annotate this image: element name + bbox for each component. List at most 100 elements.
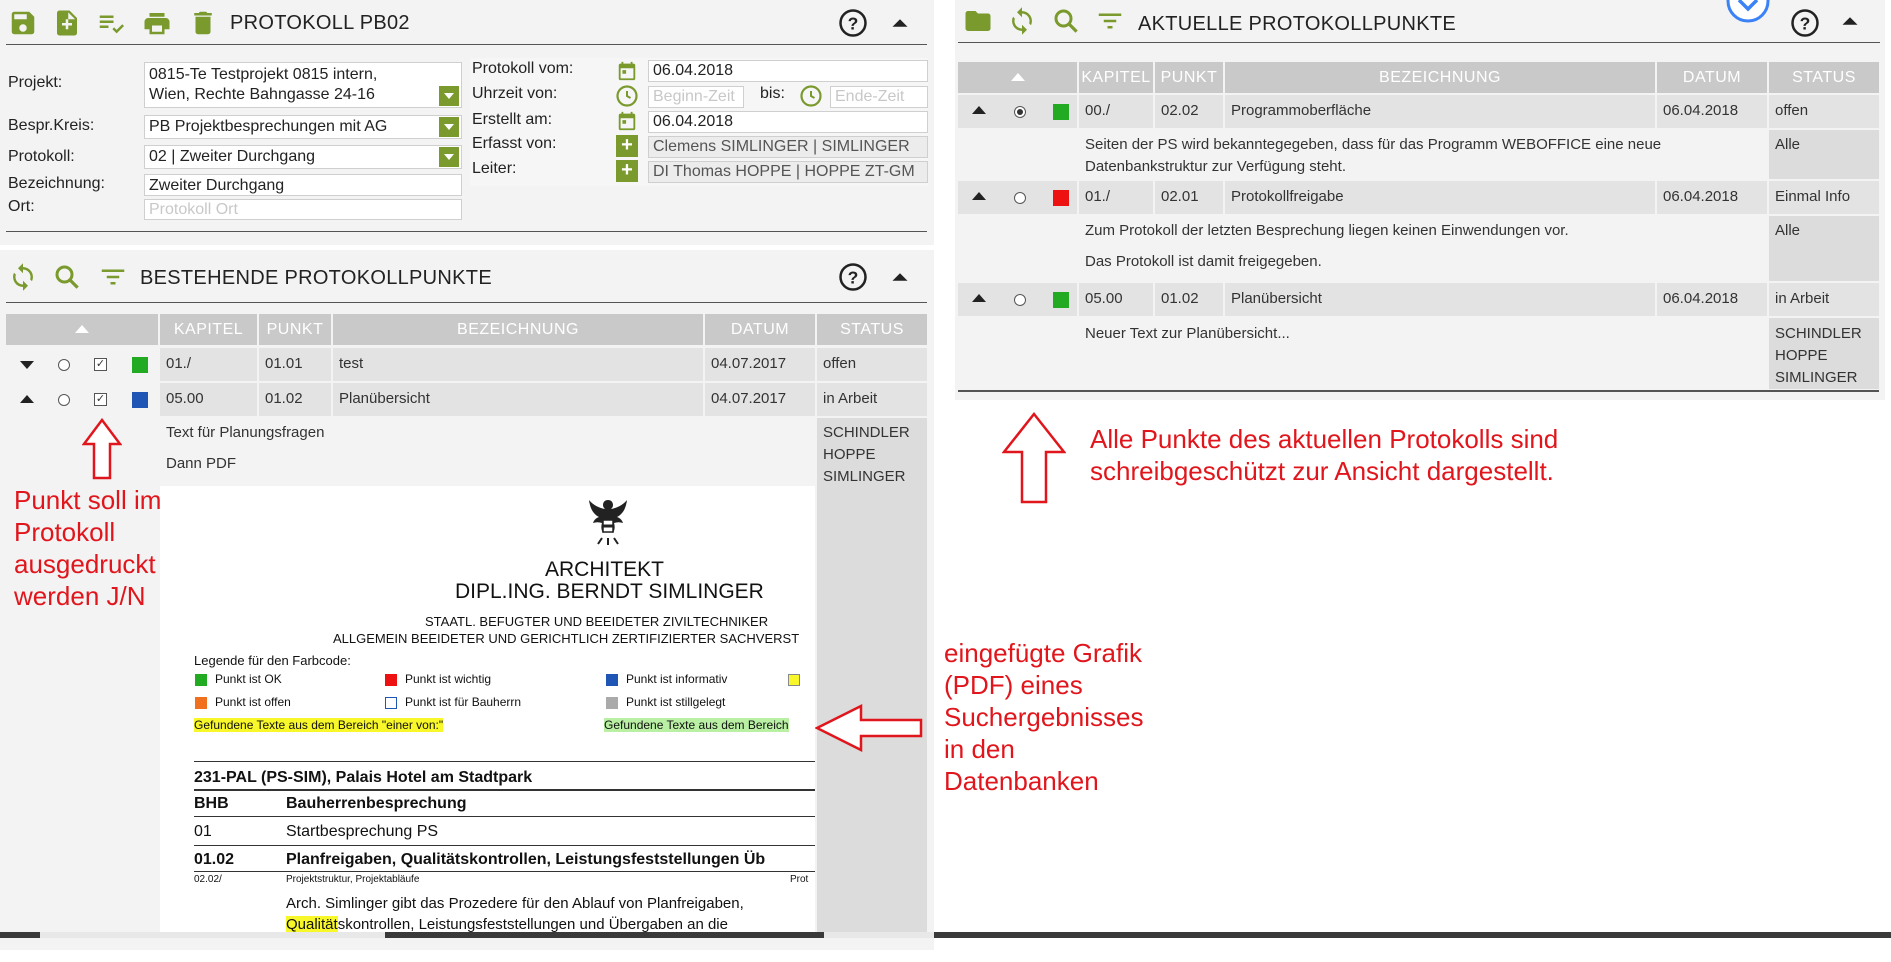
- scrollbar-gap: [40, 932, 385, 938]
- protokoll-field[interactable]: 02 | Zweiter Durchgang: [144, 145, 462, 169]
- filter-icon[interactable]: [1095, 6, 1125, 36]
- save-icon[interactable]: [8, 8, 38, 38]
- row-controls[interactable]: [958, 181, 1077, 214]
- select-radio[interactable]: [58, 394, 70, 406]
- collapse-icon[interactable]: [885, 262, 915, 292]
- bestehende-title: BESTEHENDE PROTOKOLLPUNKTE: [140, 267, 492, 289]
- search-icon[interactable]: [52, 262, 82, 292]
- clock-icon[interactable]: [799, 84, 823, 108]
- refresh-icon[interactable]: [8, 262, 38, 292]
- pdf-body2: Qualitätskontrollen, Leistungsfeststellu…: [286, 916, 728, 932]
- select-radio[interactable]: [1014, 294, 1026, 306]
- projekt-dropdown-button[interactable]: [439, 86, 459, 106]
- projekt-field[interactable]: 0815-Te Testprojekt 0815 intern, Wien, R…: [144, 62, 462, 108]
- select-radio[interactable]: [1014, 192, 1026, 204]
- ende-field[interactable]: Ende-Zeit: [830, 86, 928, 108]
- row-controls[interactable]: [958, 95, 1077, 128]
- print-checkbox[interactable]: ✓: [94, 393, 107, 406]
- legend-label: Punkt ist OK: [215, 672, 282, 686]
- detail-status-column: [817, 418, 927, 932]
- leiter-label: Leiter:: [472, 160, 517, 177]
- pdf-body1: Arch. Simlinger gibt das Prozedere für d…: [286, 895, 744, 912]
- chevron-down-icon[interactable]: [1725, 0, 1771, 24]
- col-bezeichnung[interactable]: BEZEICHNUNG: [1225, 62, 1655, 93]
- pdf-rule: [194, 816, 815, 817]
- filter-icon[interactable]: [98, 262, 128, 292]
- annotation-line: in den: [944, 734, 1015, 764]
- add-document-icon[interactable]: [963, 6, 993, 36]
- checklist-icon[interactable]: [96, 8, 126, 38]
- pdf-body2-highlight: Qualität: [286, 916, 338, 932]
- collapse-row-icon[interactable]: [972, 192, 986, 200]
- erstellt-field[interactable]: 06.04.2018: [648, 111, 928, 133]
- col-status[interactable]: STATUS: [1769, 62, 1879, 93]
- bezeichnung-field[interactable]: Zweiter Durchgang: [144, 174, 462, 196]
- kreis-dropdown-button[interactable]: [439, 117, 459, 137]
- calendar-icon[interactable]: [616, 60, 638, 82]
- cell-kapitel: 05.00: [160, 383, 257, 416]
- col-kapitel[interactable]: KAPITEL: [160, 314, 257, 345]
- table-bottom-rule: [958, 390, 1879, 392]
- pdf-r2-text: Startbesprechung PS: [286, 823, 439, 840]
- legend-label: Punkt ist stillgelegt: [626, 695, 726, 709]
- pdf-legend-title: Legende für den Farbcode:: [194, 653, 351, 668]
- delete-icon[interactable]: [188, 8, 218, 38]
- protokoll-panel: PROTOKOLL PB02 ? Projekt: 0815-Te Testpr…: [0, 0, 934, 245]
- help-icon[interactable]: ?: [1790, 8, 1820, 38]
- pdf-rule: [194, 871, 815, 872]
- print-checkbox[interactable]: ✓: [94, 358, 107, 371]
- col-punkt[interactable]: PUNKT: [259, 314, 331, 345]
- kreis-field[interactable]: PB Projektbesprechungen mit AG: [144, 115, 462, 139]
- pdf-small-code: 02.02/: [194, 874, 222, 885]
- pdf-highlight2: Gefundene Texte aus dem Bereich: [604, 718, 789, 732]
- col-datum[interactable]: DATUM: [705, 314, 815, 345]
- detail-status-2: HOPPE: [823, 446, 876, 463]
- select-radio[interactable]: [1014, 106, 1026, 118]
- beginn-field[interactable]: Beginn-Zeit: [648, 86, 744, 108]
- expand-icon[interactable]: [20, 361, 34, 369]
- ort-label: Ort:: [8, 198, 35, 215]
- col-datum[interactable]: DATUM: [1657, 62, 1767, 93]
- leiter-field: DI Thomas HOPPE | HOPPE ZT-GM: [648, 161, 928, 183]
- svg-text:?: ?: [848, 13, 859, 33]
- cell-status: in Arbeit: [817, 383, 927, 416]
- cell-bezeichnung: Programmoberfläche: [1225, 95, 1655, 128]
- ort-field[interactable]: Protokoll Ort: [144, 199, 462, 220]
- annotation-line: eingefügte Grafik: [944, 638, 1143, 668]
- annotation-right: Alle Punkte des aktuellen Protokolls sin…: [1090, 423, 1558, 487]
- erfasst-add-button[interactable]: +: [616, 135, 638, 157]
- col-punkt[interactable]: PUNKT: [1155, 62, 1223, 93]
- col-status[interactable]: STATUS: [817, 314, 927, 345]
- status-color: [1053, 292, 1069, 308]
- legend-label: Punkt ist offen: [215, 695, 291, 709]
- collapse-icon[interactable]: [1835, 6, 1865, 36]
- help-icon[interactable]: ?: [838, 8, 868, 38]
- collapse-row-icon[interactable]: [20, 395, 34, 403]
- collapse-row-icon[interactable]: [972, 106, 986, 114]
- col-bezeichnung[interactable]: BEZEICHNUNG: [333, 314, 703, 345]
- clock-icon[interactable]: [615, 84, 639, 108]
- select-radio[interactable]: [58, 359, 70, 371]
- collapse-row-icon[interactable]: [972, 294, 986, 302]
- print-icon[interactable]: [142, 8, 172, 38]
- search-icon[interactable]: [1051, 6, 1081, 36]
- vom-field[interactable]: 06.04.2018: [648, 60, 928, 82]
- help-icon[interactable]: ?: [838, 262, 868, 292]
- leiter-add-button[interactable]: +: [616, 160, 638, 182]
- cell-bezeichnung: Protokollfreigabe: [1225, 181, 1655, 214]
- annotation-line: schreibgeschützt zur Ansicht dargestellt…: [1090, 456, 1554, 486]
- add-document-icon[interactable]: [52, 8, 82, 38]
- protokoll-dropdown-button[interactable]: [439, 147, 459, 167]
- sort-header[interactable]: [958, 62, 1077, 93]
- erfasst-label: Erfasst von:: [472, 135, 557, 152]
- annotation-line: Protokoll: [14, 517, 116, 547]
- row-controls[interactable]: [958, 283, 1077, 316]
- sort-header[interactable]: [6, 314, 158, 345]
- pdf-small-right: Prot: [790, 874, 809, 885]
- detail-text: Das Protokoll ist damit freigegeben.: [1085, 253, 1322, 270]
- calendar-icon[interactable]: [616, 110, 638, 132]
- legend-swatch: [788, 674, 800, 686]
- col-kapitel[interactable]: KAPITEL: [1079, 62, 1153, 93]
- refresh-icon[interactable]: [1007, 6, 1037, 36]
- collapse-icon[interactable]: [885, 8, 915, 38]
